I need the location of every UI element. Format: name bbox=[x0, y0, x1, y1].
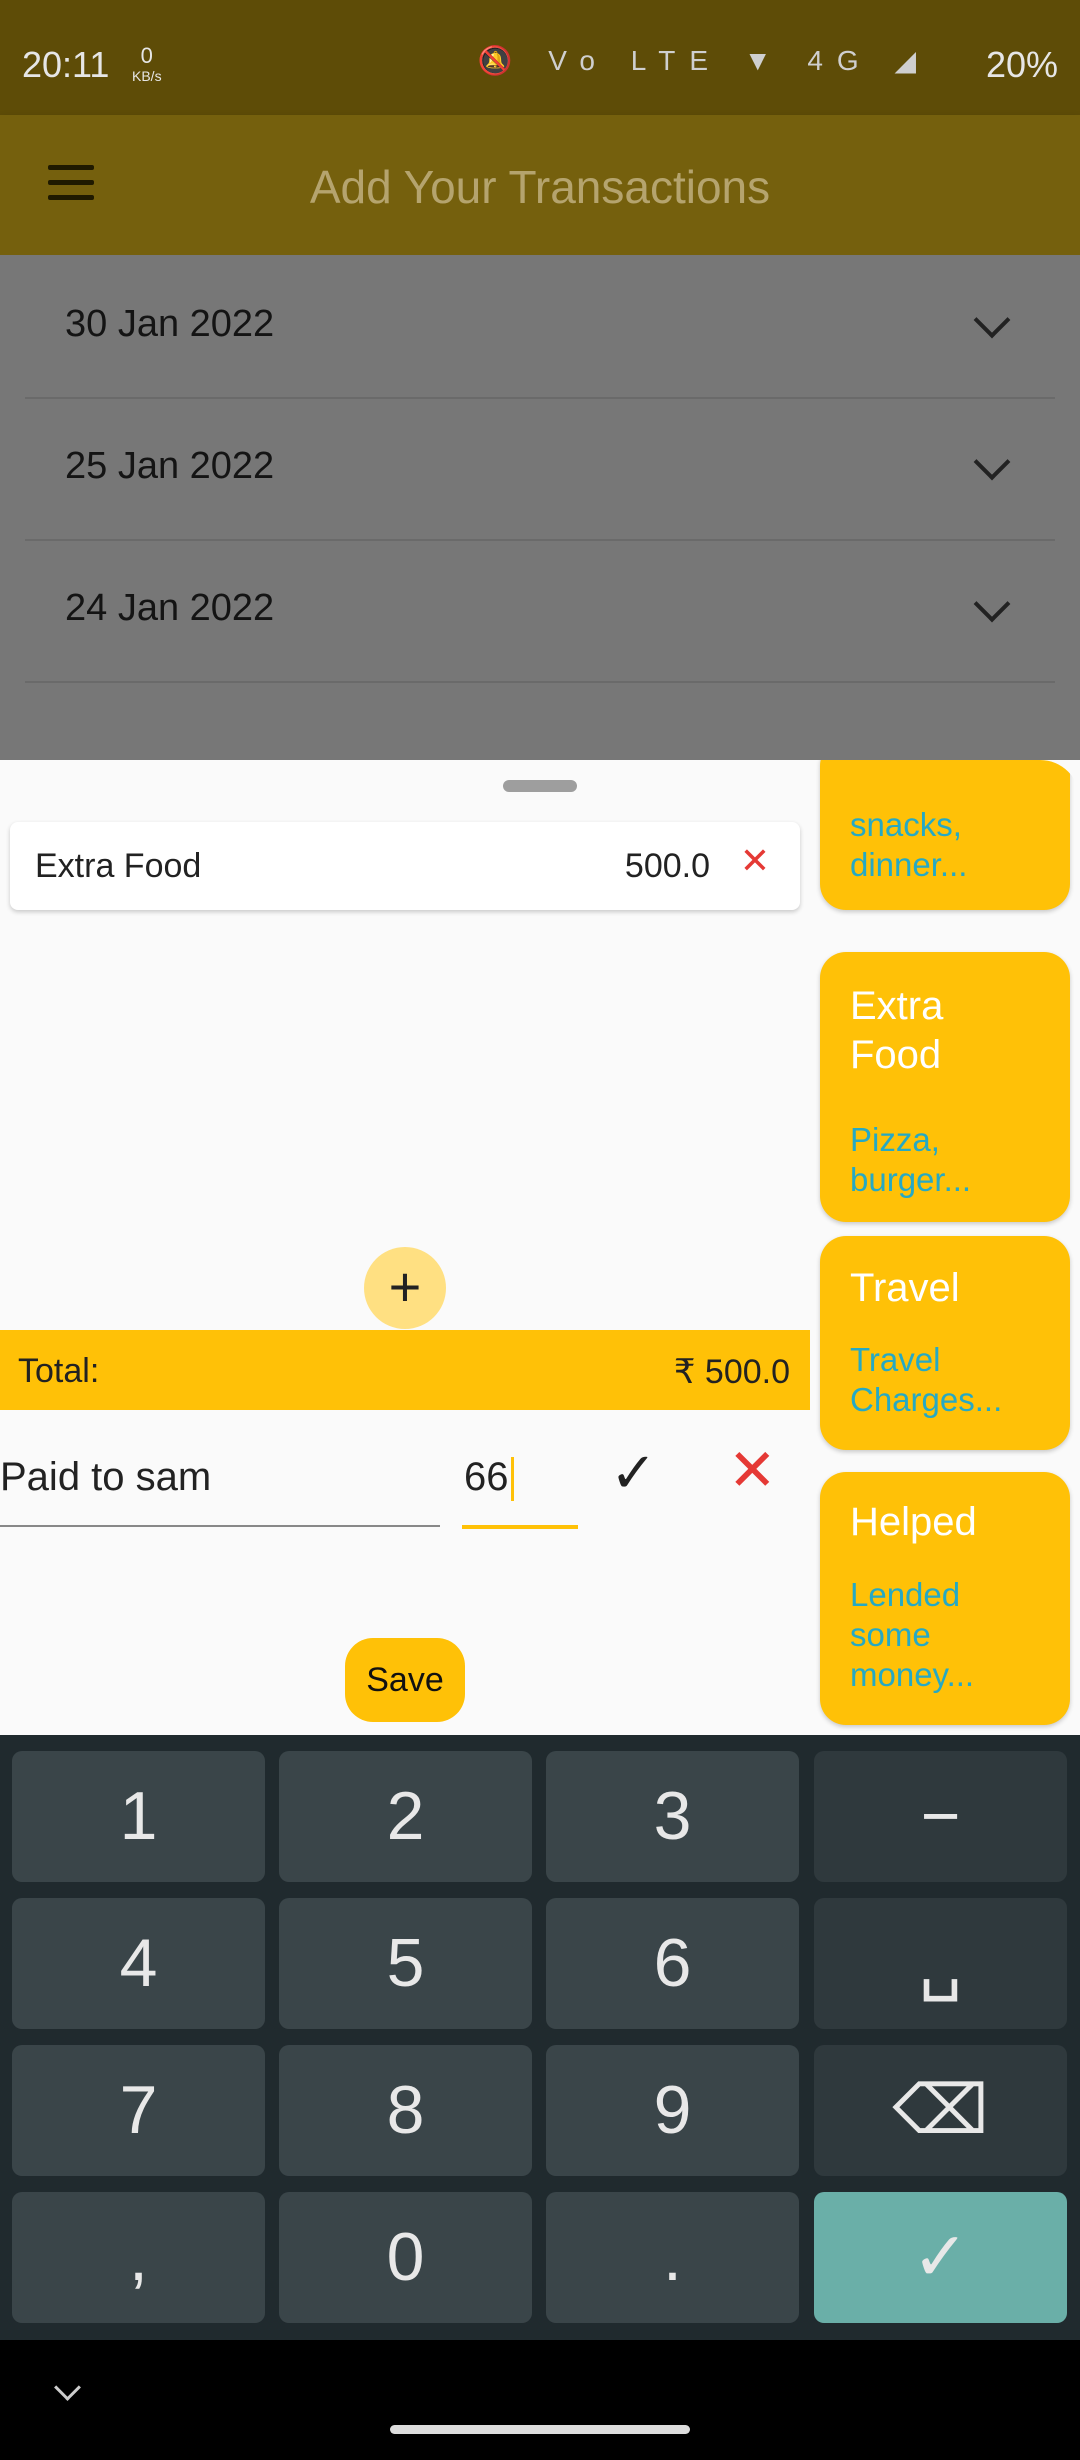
total-value: ₹ 500.0 bbox=[673, 1353, 790, 1391]
key-3[interactable]: 3 bbox=[546, 1751, 799, 1882]
status-bar: 20:11 0 KB/s 🔕 Vo LTE ▼ 4G ◢ 20% bbox=[0, 0, 1080, 115]
category-card-extra-food[interactable]: Extra Food Pizza, burger... bbox=[820, 952, 1070, 1222]
category-subtitle: Lended some money... bbox=[850, 1576, 975, 1693]
key-minus[interactable]: − bbox=[814, 1751, 1067, 1882]
key-comma[interactable]: , bbox=[12, 2192, 265, 2323]
category-card-travel[interactable]: Travel Travel Charges... bbox=[820, 1236, 1070, 1450]
amount-input[interactable]: 66 bbox=[462, 1425, 578, 1529]
page-title: Add Your Transactions bbox=[309, 161, 771, 213]
item-amount: 500.0 bbox=[624, 847, 710, 885]
description-input[interactable]: Paid to sam bbox=[0, 1425, 440, 1527]
add-item-button[interactable]: + bbox=[364, 1247, 446, 1329]
key-9[interactable]: 9 bbox=[546, 2045, 799, 2176]
key-4[interactable]: 4 bbox=[12, 1898, 265, 2029]
bottom-sheet: Extra Food 500.0 ✕ + Total: ₹ 500.0 Paid… bbox=[0, 760, 1080, 1735]
category-title: Extra Food bbox=[850, 984, 944, 1077]
date-label: 30 Jan 2022 bbox=[65, 303, 275, 345]
chevron-down-icon bbox=[973, 301, 1011, 339]
numeric-keyboard: 1 2 3 − 4 5 6 ␣ 7 8 9 ⌫ , 0 . ✓ bbox=[0, 1735, 1080, 2340]
item-name: Extra Food bbox=[35, 847, 202, 885]
drag-handle[interactable] bbox=[503, 780, 577, 792]
key-6[interactable]: 6 bbox=[546, 1898, 799, 2029]
key-5[interactable]: 5 bbox=[279, 1898, 532, 2029]
net-speed: 0 KB/s bbox=[132, 43, 162, 85]
remove-item-icon[interactable]: ✕ bbox=[740, 840, 770, 882]
date-label: 25 Jan 2022 bbox=[65, 445, 275, 487]
status-time: 20:11 bbox=[22, 44, 110, 85]
category-subtitle: snacks, dinner... bbox=[850, 806, 968, 883]
home-gesture-bar[interactable] bbox=[390, 2425, 690, 2434]
category-card-helped[interactable]: Helped Lended some money... bbox=[820, 1472, 1070, 1725]
close-icon[interactable]: ✕ bbox=[728, 1436, 777, 1504]
navigation-bar bbox=[0, 2340, 1080, 2460]
key-8[interactable]: 8 bbox=[279, 2045, 532, 2176]
battery-level: 20% bbox=[985, 44, 1058, 85]
space-key-icon[interactable]: ␣ bbox=[814, 1898, 1067, 2029]
text-cursor bbox=[510, 1457, 514, 1502]
transaction-item: Extra Food 500.0 ✕ bbox=[10, 822, 800, 910]
date-row[interactable]: 24 Jan 2022 bbox=[25, 539, 1055, 683]
category-subtitle: Travel Charges... bbox=[850, 1341, 1003, 1418]
status-icons: 🔕 Vo LTE ▼ 4G ◢ bbox=[477, 45, 930, 76]
chevron-down-icon bbox=[973, 585, 1011, 623]
date-row[interactable]: 25 Jan 2022 bbox=[25, 397, 1055, 541]
chevron-down-icon bbox=[973, 443, 1011, 481]
category-title: Helped bbox=[850, 1500, 977, 1544]
category-subtitle: Pizza, burger... bbox=[850, 1121, 972, 1198]
check-icon[interactable]: ✓ bbox=[610, 1440, 657, 1506]
category-title: Travel bbox=[850, 1266, 960, 1310]
save-button[interactable]: Save bbox=[345, 1638, 465, 1722]
key-period[interactable]: . bbox=[546, 2192, 799, 2323]
description-value: Paid to sam bbox=[0, 1455, 212, 1499]
total-label: Total: bbox=[18, 1352, 100, 1390]
category-card-food[interactable]: snacks, dinner... bbox=[820, 760, 1070, 910]
total-bar: Total: ₹ 500.0 bbox=[0, 1330, 810, 1410]
app-bar: Add Your Transactions bbox=[0, 115, 1080, 255]
date-row[interactable]: 30 Jan 2022 bbox=[25, 255, 1055, 399]
key-2[interactable]: 2 bbox=[279, 1751, 532, 1882]
amount-value: 66 bbox=[464, 1455, 509, 1499]
enter-check-icon[interactable]: ✓ bbox=[814, 2192, 1067, 2323]
key-0[interactable]: 0 bbox=[279, 2192, 532, 2323]
transaction-date-list: 30 Jan 2022 25 Jan 2022 24 Jan 2022 bbox=[0, 255, 1080, 760]
key-7[interactable]: 7 bbox=[12, 2045, 265, 2176]
date-label: 24 Jan 2022 bbox=[65, 587, 275, 629]
backspace-icon[interactable]: ⌫ bbox=[814, 2045, 1067, 2176]
key-1[interactable]: 1 bbox=[12, 1751, 265, 1882]
hide-keyboard-icon[interactable] bbox=[54, 2374, 81, 2401]
